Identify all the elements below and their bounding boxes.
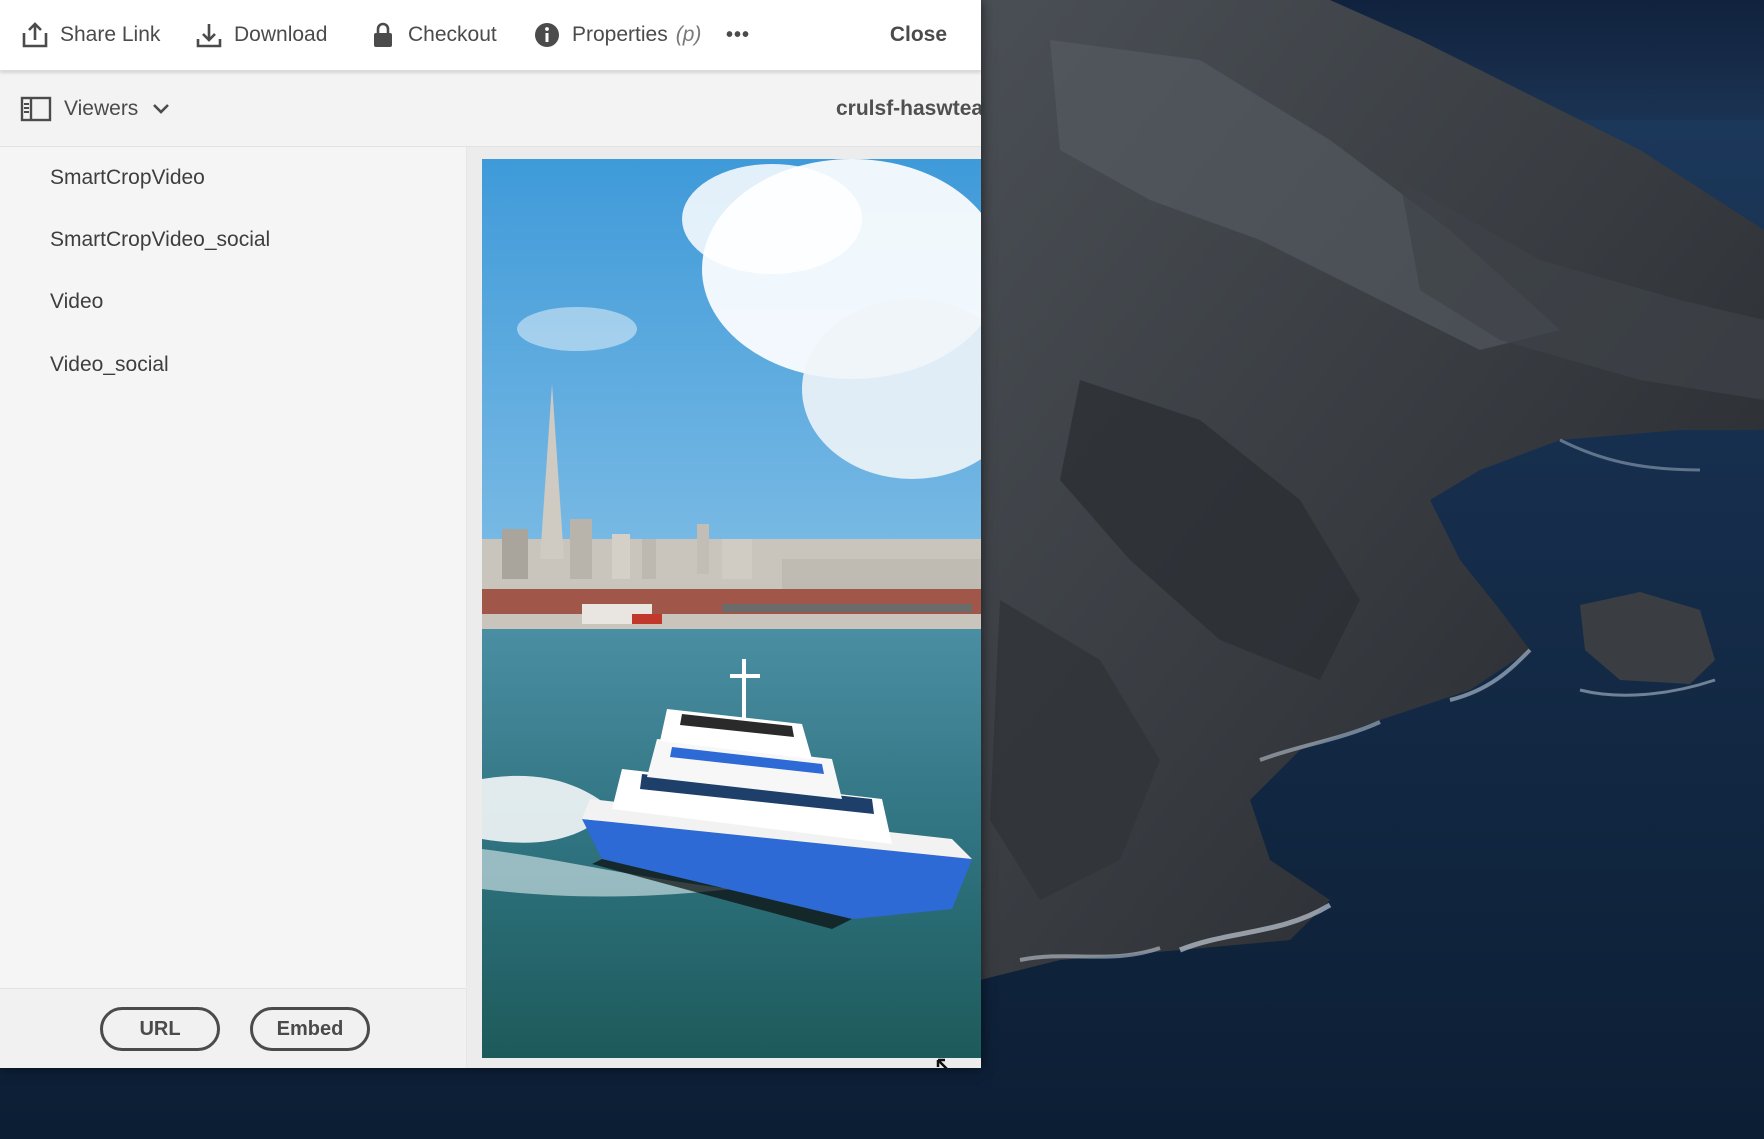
share-icon (20, 20, 50, 50)
download-icon (194, 20, 224, 50)
asset-details-window: Share Link Download Checkout Properties … (0, 0, 981, 1068)
viewer-item-video-social[interactable]: Video_social (50, 345, 169, 385)
download-label: Download (234, 23, 328, 46)
panel-header: Viewers crulsf-haswtea (0, 71, 981, 147)
url-button[interactable]: URL (100, 1007, 220, 1051)
close-label: Close (889, 23, 947, 46)
action-toolbar: Share Link Download Checkout Properties … (0, 0, 981, 71)
asset-title: crulsf-haswtea (836, 97, 981, 120)
ferry-preview-image (482, 159, 981, 1058)
viewer-item-smartcropvideo-social[interactable]: SmartCropVideo_social (50, 220, 270, 260)
close-button[interactable]: Close (890, 0, 947, 70)
info-icon (532, 20, 562, 50)
properties-button[interactable]: Properties (p) (532, 0, 701, 70)
share-link-label: Share Link (60, 23, 161, 46)
viewers-list: SmartCropVideo SmartCropVideo_social Vid… (0, 147, 467, 987)
viewer-item-smartcropvideo[interactable]: SmartCropVideo (50, 158, 205, 198)
rail-panel-icon (20, 95, 52, 123)
share-link-button[interactable]: Share Link (20, 0, 160, 70)
properties-shortcut-hint: (p) (675, 23, 702, 46)
chevron-down-icon (152, 103, 170, 115)
viewer-item-video[interactable]: Video (50, 282, 103, 322)
embed-button[interactable]: Embed (250, 1007, 370, 1051)
viewer-actions: URL Embed (0, 988, 467, 1068)
video-preview[interactable] (482, 159, 981, 1058)
resize-handle[interactable] (935, 1057, 957, 1068)
checkout-button[interactable]: Checkout (368, 0, 497, 70)
more-actions-button[interactable]: ••• (726, 0, 750, 70)
download-button[interactable]: Download (194, 0, 327, 70)
checkout-label: Checkout (408, 23, 497, 46)
viewers-label: Viewers (64, 96, 139, 120)
properties-label: Properties (572, 23, 668, 46)
viewers-dropdown[interactable]: Viewers (20, 71, 170, 146)
more-icon: ••• (726, 23, 751, 46)
lock-icon (368, 20, 398, 50)
resize-arrow-icon (936, 1058, 948, 1068)
